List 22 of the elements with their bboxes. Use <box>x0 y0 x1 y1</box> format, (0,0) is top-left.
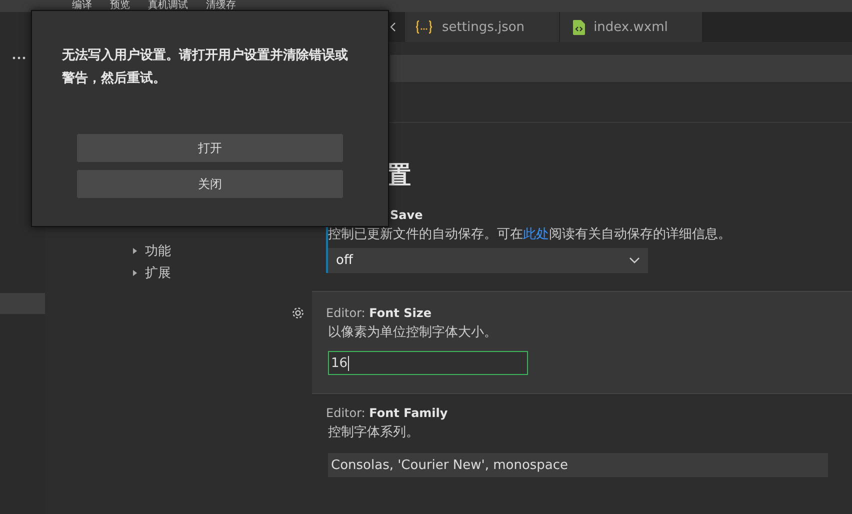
editor-tab[interactable]: settings.json <box>404 12 559 42</box>
editor-tab[interactable]: index.wxml <box>558 12 702 42</box>
dialog-button[interactable]: 打开 <box>77 134 343 162</box>
dropdown[interactable]: off <box>328 248 648 273</box>
menu-item[interactable]: 编译 <box>72 0 92 12</box>
setting-description: 以像素为单位控制字体大小。 <box>328 324 497 342</box>
setting-title: Save <box>390 207 423 224</box>
dialog-button[interactable]: 关闭 <box>77 170 343 198</box>
menu-item[interactable]: 清缓存 <box>206 0 236 12</box>
toc-item[interactable]: 功能 <box>132 240 312 262</box>
link[interactable]: 此处 <box>523 227 549 242</box>
menu-item[interactable]: 真机调试 <box>148 0 188 12</box>
setting-description: 控制字体系列。 <box>328 424 419 442</box>
input-field[interactable]: Consolas, 'Courier New', monospace <box>328 453 828 477</box>
setting-title: Editor: Font Family <box>326 405 448 422</box>
toc-item[interactable]: 扩展 <box>132 262 312 284</box>
setting-description: 控制已更新文件的自动保存。可在此处阅读有关自动保存的详细信息。 <box>328 226 731 244</box>
setting-title: Editor: Font Size <box>326 305 432 322</box>
menu-item[interactable]: 预览 <box>110 0 130 12</box>
input-field[interactable]: 16 <box>328 351 528 375</box>
settings-heading: 置 <box>387 160 411 191</box>
dialog-message: 无法写入用户设置。请打开用户设置并清除错误或警告，然后重试。 <box>62 46 349 88</box>
